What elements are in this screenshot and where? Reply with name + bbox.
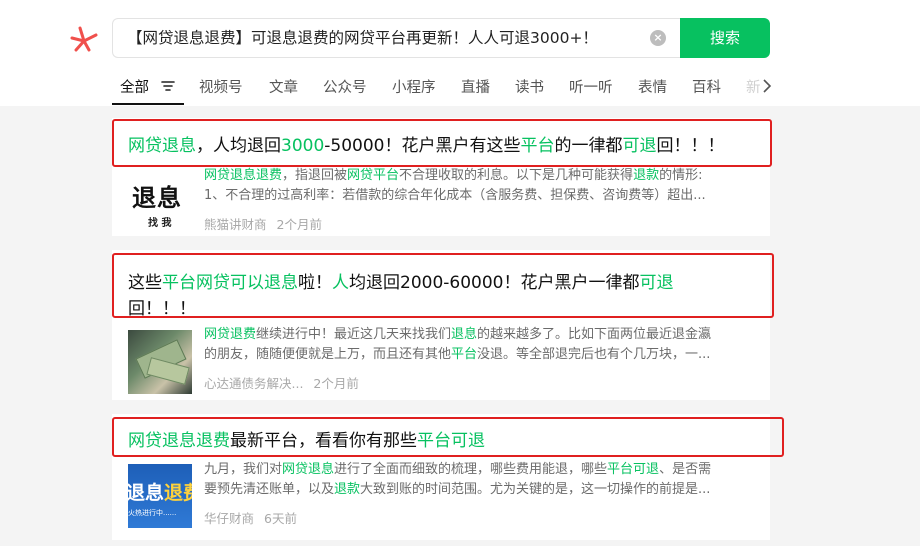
- search-input[interactable]: 【网贷退息退费】可退息退费的网贷平台再更新！人人可退3000+！ ×: [112, 18, 680, 58]
- thumb-text-main: 退息: [132, 183, 182, 212]
- tab-all[interactable]: 全部: [120, 76, 149, 97]
- result-source[interactable]: 熊猫讲财商: [204, 217, 267, 232]
- highlighted-keyword: 平台可退: [607, 462, 660, 477]
- text-segment: 不合理收取的利息。以下是几种可能获得: [399, 168, 634, 183]
- active-tab-indicator: [112, 103, 184, 105]
- result-time: 2个月前: [276, 217, 322, 232]
- thumb-text-sub: 找 我: [148, 218, 172, 229]
- text-segment: 继续进行中！最近这几天来找我们: [256, 327, 452, 342]
- result-meta: 熊猫讲财商 2个月前: [204, 214, 322, 233]
- result-meta: 华仔财商 6天前: [204, 508, 297, 527]
- snippet-line: 九月，我们对网贷退息进行了全面而细致的梳理，哪些费用能退，哪些平台可退、是否需: [204, 460, 756, 480]
- text-segment: 要预先清还账单，以及: [204, 482, 335, 497]
- snippet-line: 网贷退费继续进行中！最近这几天来找我们退息的越来越多了。比如下面两位最近退金瀛: [204, 325, 756, 345]
- text-segment: 的朋友，随随便便就是上万，而且还有其他: [204, 347, 452, 362]
- tab-live[interactable]: 直播: [461, 76, 490, 97]
- highlighted-keyword: 网贷平台: [347, 168, 400, 183]
- result-thumbnail[interactable]: [128, 330, 192, 394]
- text-segment: 1、不合理的过高利率：若借款的综合年化成本（含服务费、担保费、咨询费等）超出..…: [204, 188, 706, 203]
- tab-news[interactable]: 新: [746, 76, 761, 97]
- tab-stickers[interactable]: 表情: [638, 76, 667, 97]
- text-segment: 大致到账的时间范围。尤为关键的是，这一切操作的前提是...: [360, 482, 711, 497]
- thumb-text-sub: 火热进行中......: [128, 509, 177, 517]
- tab-mini-program[interactable]: 小程序: [392, 76, 436, 97]
- result-snippet: 网贷退息退费，指退回被网贷平台不合理收取的利息。以下是几种可能获得退款的情形: …: [204, 166, 756, 206]
- search-query-text[interactable]: 【网贷退息退费】可退息退费的网贷平台再更新！人人可退3000+！: [127, 19, 643, 57]
- highlighted-keyword: 平台: [451, 347, 478, 362]
- tab-encyclopedia[interactable]: 百科: [692, 76, 721, 97]
- highlighted-keyword: 退款: [633, 168, 660, 183]
- text-segment: 进行了全面而细致的梳理，哪些费用能退，哪些: [334, 462, 608, 477]
- text-segment: 没退。等全部退完后也有个几万块，一...: [477, 347, 711, 362]
- result-thumbnail[interactable]: 退息 找 我: [128, 172, 192, 236]
- tab-article[interactable]: 文章: [269, 76, 298, 97]
- snippet-line: 1、不合理的过高利率：若借款的综合年化成本（含服务费、担保费、咨询费等）超出..…: [204, 186, 756, 206]
- highlighted-keyword: 网贷退息: [282, 462, 335, 477]
- result-time: 6天前: [264, 511, 297, 526]
- result-meta: 心达通债务解决... 2个月前: [204, 373, 359, 392]
- text-segment: ，指退回被: [282, 168, 348, 183]
- highlighted-keyword: 退款: [334, 482, 361, 497]
- highlight-box: [112, 119, 772, 167]
- search-button[interactable]: 搜索: [680, 18, 770, 58]
- result-source[interactable]: 心达通债务解决...: [204, 376, 303, 391]
- text-segment: 的情形:: [659, 168, 703, 183]
- text-segment: 、是否需: [659, 462, 712, 477]
- tab-official-account[interactable]: 公众号: [323, 76, 367, 97]
- snippet-line: 网贷退息退费，指退回被网贷平台不合理收取的利息。以下是几种可能获得退款的情形:: [204, 166, 756, 186]
- highlighted-keyword: 网贷退息退费: [204, 168, 283, 183]
- result-snippet: 网贷退费继续进行中！最近这几天来找我们退息的越来越多了。比如下面两位最近退金瀛 …: [204, 325, 756, 365]
- highlighted-keyword: 网贷退费: [204, 327, 257, 342]
- result-thumbnail[interactable]: 退息退费 火热进行中......: [128, 464, 192, 528]
- highlight-box: [112, 253, 774, 318]
- chevron-right-icon[interactable]: [762, 78, 772, 94]
- thumb-text-main: 退息退费: [128, 482, 192, 504]
- filter-icon[interactable]: [161, 80, 175, 92]
- text-segment: 的越来越多了。比如下面两位最近退金瀛: [477, 327, 712, 342]
- snippet-line: 要预先清还账单，以及退款大致到账的时间范围。尤为关键的是，这一切操作的前提是..…: [204, 480, 756, 500]
- clear-icon[interactable]: ×: [650, 30, 666, 46]
- text-segment: 九月，我们对: [204, 462, 283, 477]
- sogou-logo-icon: [70, 26, 98, 52]
- thumb-banknote: [146, 357, 190, 385]
- result-snippet: 九月，我们对网贷退息进行了全面而细致的梳理，哪些费用能退，哪些平台可退、是否需 …: [204, 460, 756, 500]
- tab-reading[interactable]: 读书: [515, 76, 544, 97]
- result-type-tabs: 全部 视频号 文章 公众号 小程序 直播 读书 听一听 表情 百科 新: [112, 72, 780, 106]
- result-time: 2个月前: [313, 376, 359, 391]
- snippet-line: 的朋友，随随便便就是上万，而且还有其他平台没退。等全部退完后也有个几万块，一..…: [204, 345, 756, 365]
- highlighted-keyword: 退息: [451, 327, 478, 342]
- search-header: 【网贷退息退费】可退息退费的网贷平台再更新！人人可退3000+！ × 搜索 全部…: [0, 0, 920, 106]
- result-source[interactable]: 华仔财商: [204, 511, 254, 526]
- highlight-box: [112, 417, 784, 457]
- tab-video[interactable]: 视频号: [199, 76, 243, 97]
- tab-listen[interactable]: 听一听: [569, 76, 613, 97]
